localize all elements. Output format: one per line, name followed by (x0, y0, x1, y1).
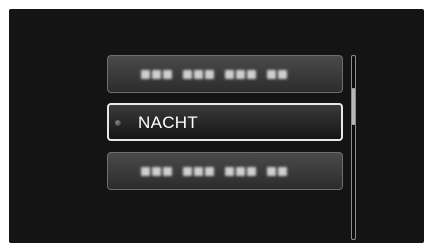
selection-bullet-icon (115, 120, 121, 126)
scrollbar-thumb[interactable] (352, 88, 355, 125)
blurred-label (141, 70, 287, 79)
menu-item-label: NACHT (138, 113, 199, 132)
menu-item-previous[interactable] (107, 55, 343, 93)
blurred-label (141, 167, 287, 176)
menu-scrollbar[interactable] (351, 55, 356, 240)
menu-item-next[interactable] (107, 152, 343, 190)
camera-menu-screen: NACHT (9, 9, 424, 243)
menu-item-nacht[interactable]: NACHT (107, 103, 343, 141)
